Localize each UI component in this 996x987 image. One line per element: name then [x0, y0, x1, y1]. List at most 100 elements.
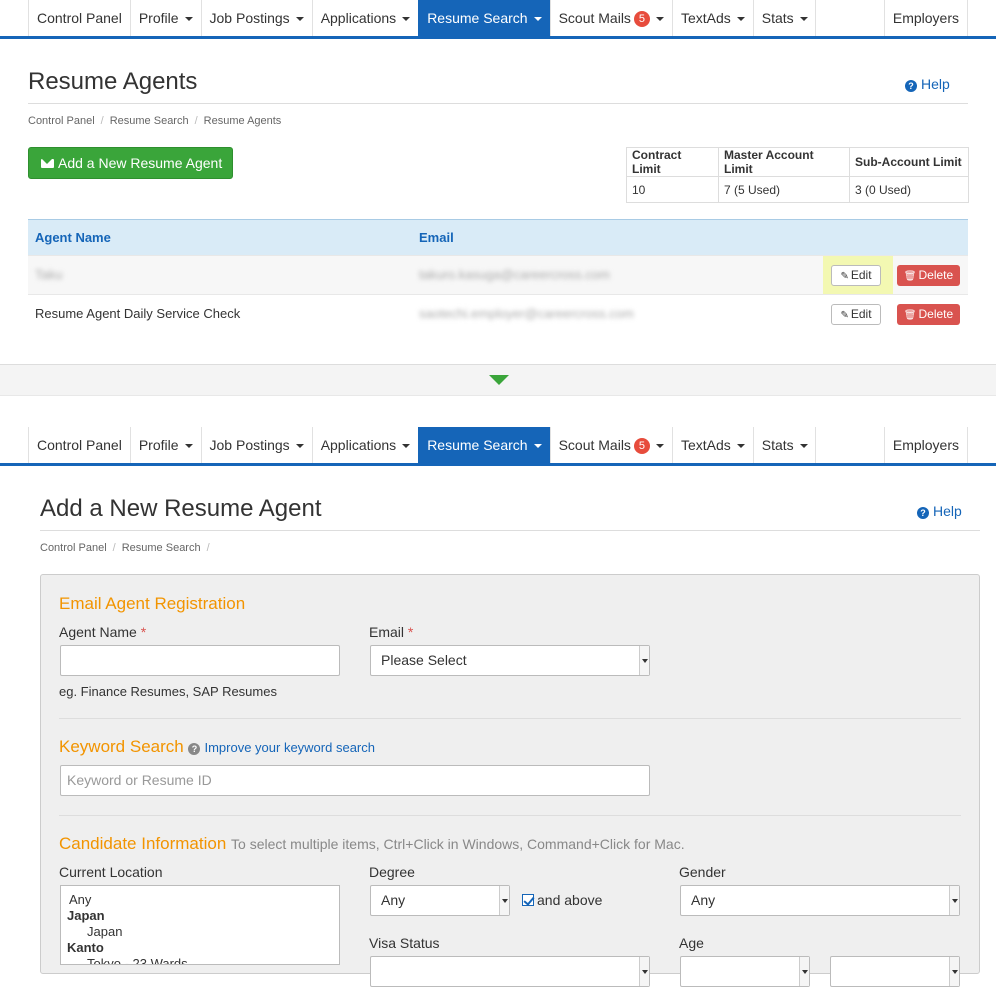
caret-down-icon	[295, 444, 304, 449]
breadcrumb-control-panel[interactable]: Control Panel	[40, 542, 107, 554]
master-limit-value: 7 (5 Used)	[718, 176, 850, 203]
limits-table: Contract Limit Master Account Limit Sub-…	[626, 147, 969, 203]
nav-menu: Control Panel Profile Job Postings Appli…	[28, 427, 816, 463]
agent-form-panel: Email Agent Registration Agent Name * eg…	[40, 574, 980, 987]
nav-applications[interactable]: Applications	[311, 0, 419, 36]
breadcrumb-resume-search[interactable]: Resume Search	[110, 115, 189, 127]
contract-limit-value: 10	[626, 176, 719, 203]
current-location-list[interactable]: Any Japan Japan Kanto Tokyo - 23 Wards	[60, 885, 340, 965]
nav-applications[interactable]: Applications	[311, 427, 419, 463]
sub-limit-value: 3 (0 Used)	[849, 176, 969, 203]
registration-title: Email Agent Registration	[59, 594, 246, 613]
age-max-select[interactable]	[830, 956, 960, 987]
edit-icon: ✎	[840, 271, 849, 282]
caret-down-icon	[533, 17, 542, 22]
agent-name-hint: eg. Finance Resumes, SAP Resumes	[59, 684, 277, 699]
breadcrumb-control-panel[interactable]: Control Panel	[28, 115, 95, 127]
age-label: Age	[679, 935, 704, 951]
caret-down-icon	[736, 444, 745, 449]
trash-icon: 🗑	[903, 271, 917, 282]
chevron-down-icon	[639, 957, 649, 986]
agent-name-label: Agent Name *	[59, 624, 147, 640]
degree-select[interactable]: Any	[370, 885, 510, 916]
breadcrumb-resume-search[interactable]: Resume Search	[122, 542, 201, 554]
question-icon[interactable]: ?	[188, 743, 201, 755]
keyword-input[interactable]: Keyword or Resume ID	[60, 765, 650, 796]
gender-label: Gender	[679, 864, 726, 880]
keyword-title: Keyword Search ? Improve your keyword sea…	[59, 737, 375, 756]
visa-status-label: Visa Status	[369, 935, 440, 951]
master-limit-header: Master Account Limit	[718, 147, 850, 177]
and-above-checkbox[interactable]: and above	[522, 892, 602, 908]
nav-employers[interactable]: Employers	[883, 0, 968, 36]
form-page-title: Add a New Resume Agent	[40, 495, 322, 522]
nav-stats[interactable]: Stats	[752, 0, 816, 36]
current-location-label: Current Location	[59, 864, 163, 880]
list-item[interactable]: Japan	[67, 924, 333, 940]
contract-limit-header: Contract Limit	[626, 147, 719, 177]
caret-down-icon	[799, 444, 808, 449]
chevron-down-icon	[639, 646, 649, 675]
trash-icon: 🗑	[903, 310, 917, 321]
edit-button[interactable]: ✎ Edit	[831, 304, 881, 325]
sub-limit-header: Sub-Account Limit	[849, 147, 969, 177]
chevron-down-icon	[499, 886, 509, 915]
caret-down-icon	[533, 444, 542, 449]
nav-resume-search[interactable]: Resume Search	[418, 0, 550, 36]
nav-resume-search[interactable]: Resume Search	[418, 427, 550, 463]
checkbox-checked-icon[interactable]	[522, 894, 534, 906]
edit-button[interactable]: ✎ Edit	[831, 265, 881, 286]
chevron-down-icon	[949, 886, 959, 915]
chevron-down-icon	[799, 957, 809, 986]
email-cell: saotechi.employer@careercross.com	[419, 306, 634, 321]
agent-name-input[interactable]	[60, 645, 340, 676]
help-link[interactable]: ? Help	[905, 76, 950, 92]
nav-scout-mails[interactable]: Scout Mails 5	[549, 0, 672, 36]
down-arrow-icon	[489, 375, 509, 385]
caret-down-icon	[402, 444, 411, 449]
caret-down-icon	[184, 17, 193, 22]
list-item[interactable]: Kanto	[67, 940, 333, 956]
list-item[interactable]: Tokyo - 23 Wards	[67, 956, 333, 964]
nav-profile[interactable]: Profile	[129, 427, 201, 463]
age-min-select[interactable]	[680, 956, 810, 987]
email-select[interactable]: Please Select	[370, 645, 650, 676]
nav-textads[interactable]: TextAds	[671, 427, 753, 463]
edit-icon: ✎	[840, 310, 849, 321]
agents-table-header: Agent Name Email	[28, 219, 968, 255]
nav-job-postings[interactable]: Job Postings	[200, 427, 312, 463]
caret-down-icon	[402, 17, 411, 22]
help-link[interactable]: ? Help	[917, 503, 962, 519]
nav-control-panel[interactable]: Control Panel	[28, 427, 130, 463]
visa-status-select[interactable]	[370, 956, 650, 987]
page-title: Resume Agents	[28, 68, 198, 95]
top-nav: Control Panel Profile Job Postings Appli…	[0, 0, 996, 39]
scout-mails-badge: 5	[633, 438, 650, 454]
improve-keyword-link[interactable]: Improve your keyword search	[204, 740, 375, 755]
email-header: Email	[419, 230, 454, 245]
delete-button[interactable]: 🗑 Delete	[897, 265, 960, 286]
nav-textads[interactable]: TextAds	[671, 0, 753, 36]
nav-profile[interactable]: Profile	[129, 0, 201, 36]
nav-control-panel[interactable]: Control Panel	[28, 0, 130, 36]
nav-job-postings[interactable]: Job Postings	[200, 0, 312, 36]
scout-mails-badge: 5	[633, 11, 650, 27]
caret-down-icon	[184, 444, 193, 449]
section-divider	[59, 718, 961, 719]
breadcrumb-resume-agents: Resume Agents	[203, 115, 282, 127]
gender-select[interactable]: Any	[680, 885, 960, 916]
step-divider	[0, 364, 996, 396]
table-row: Taku takuro.kasuga@careercross.com ✎ Edit…	[28, 255, 968, 295]
nav-employers[interactable]: Employers	[883, 427, 968, 463]
title-divider	[40, 530, 980, 531]
question-icon: ?	[905, 80, 917, 92]
email-cell: takuro.kasuga@careercross.com	[419, 267, 610, 282]
nav-stats[interactable]: Stats	[752, 427, 816, 463]
question-icon: ?	[917, 507, 929, 519]
add-resume-agent-button[interactable]: Add a New Resume Agent	[28, 147, 233, 179]
list-item[interactable]: Any	[67, 892, 333, 908]
delete-button[interactable]: 🗑 Delete	[897, 304, 960, 325]
list-item[interactable]: Japan	[67, 908, 333, 924]
nav-scout-mails[interactable]: Scout Mails 5	[549, 427, 672, 463]
envelope-icon	[41, 159, 54, 168]
